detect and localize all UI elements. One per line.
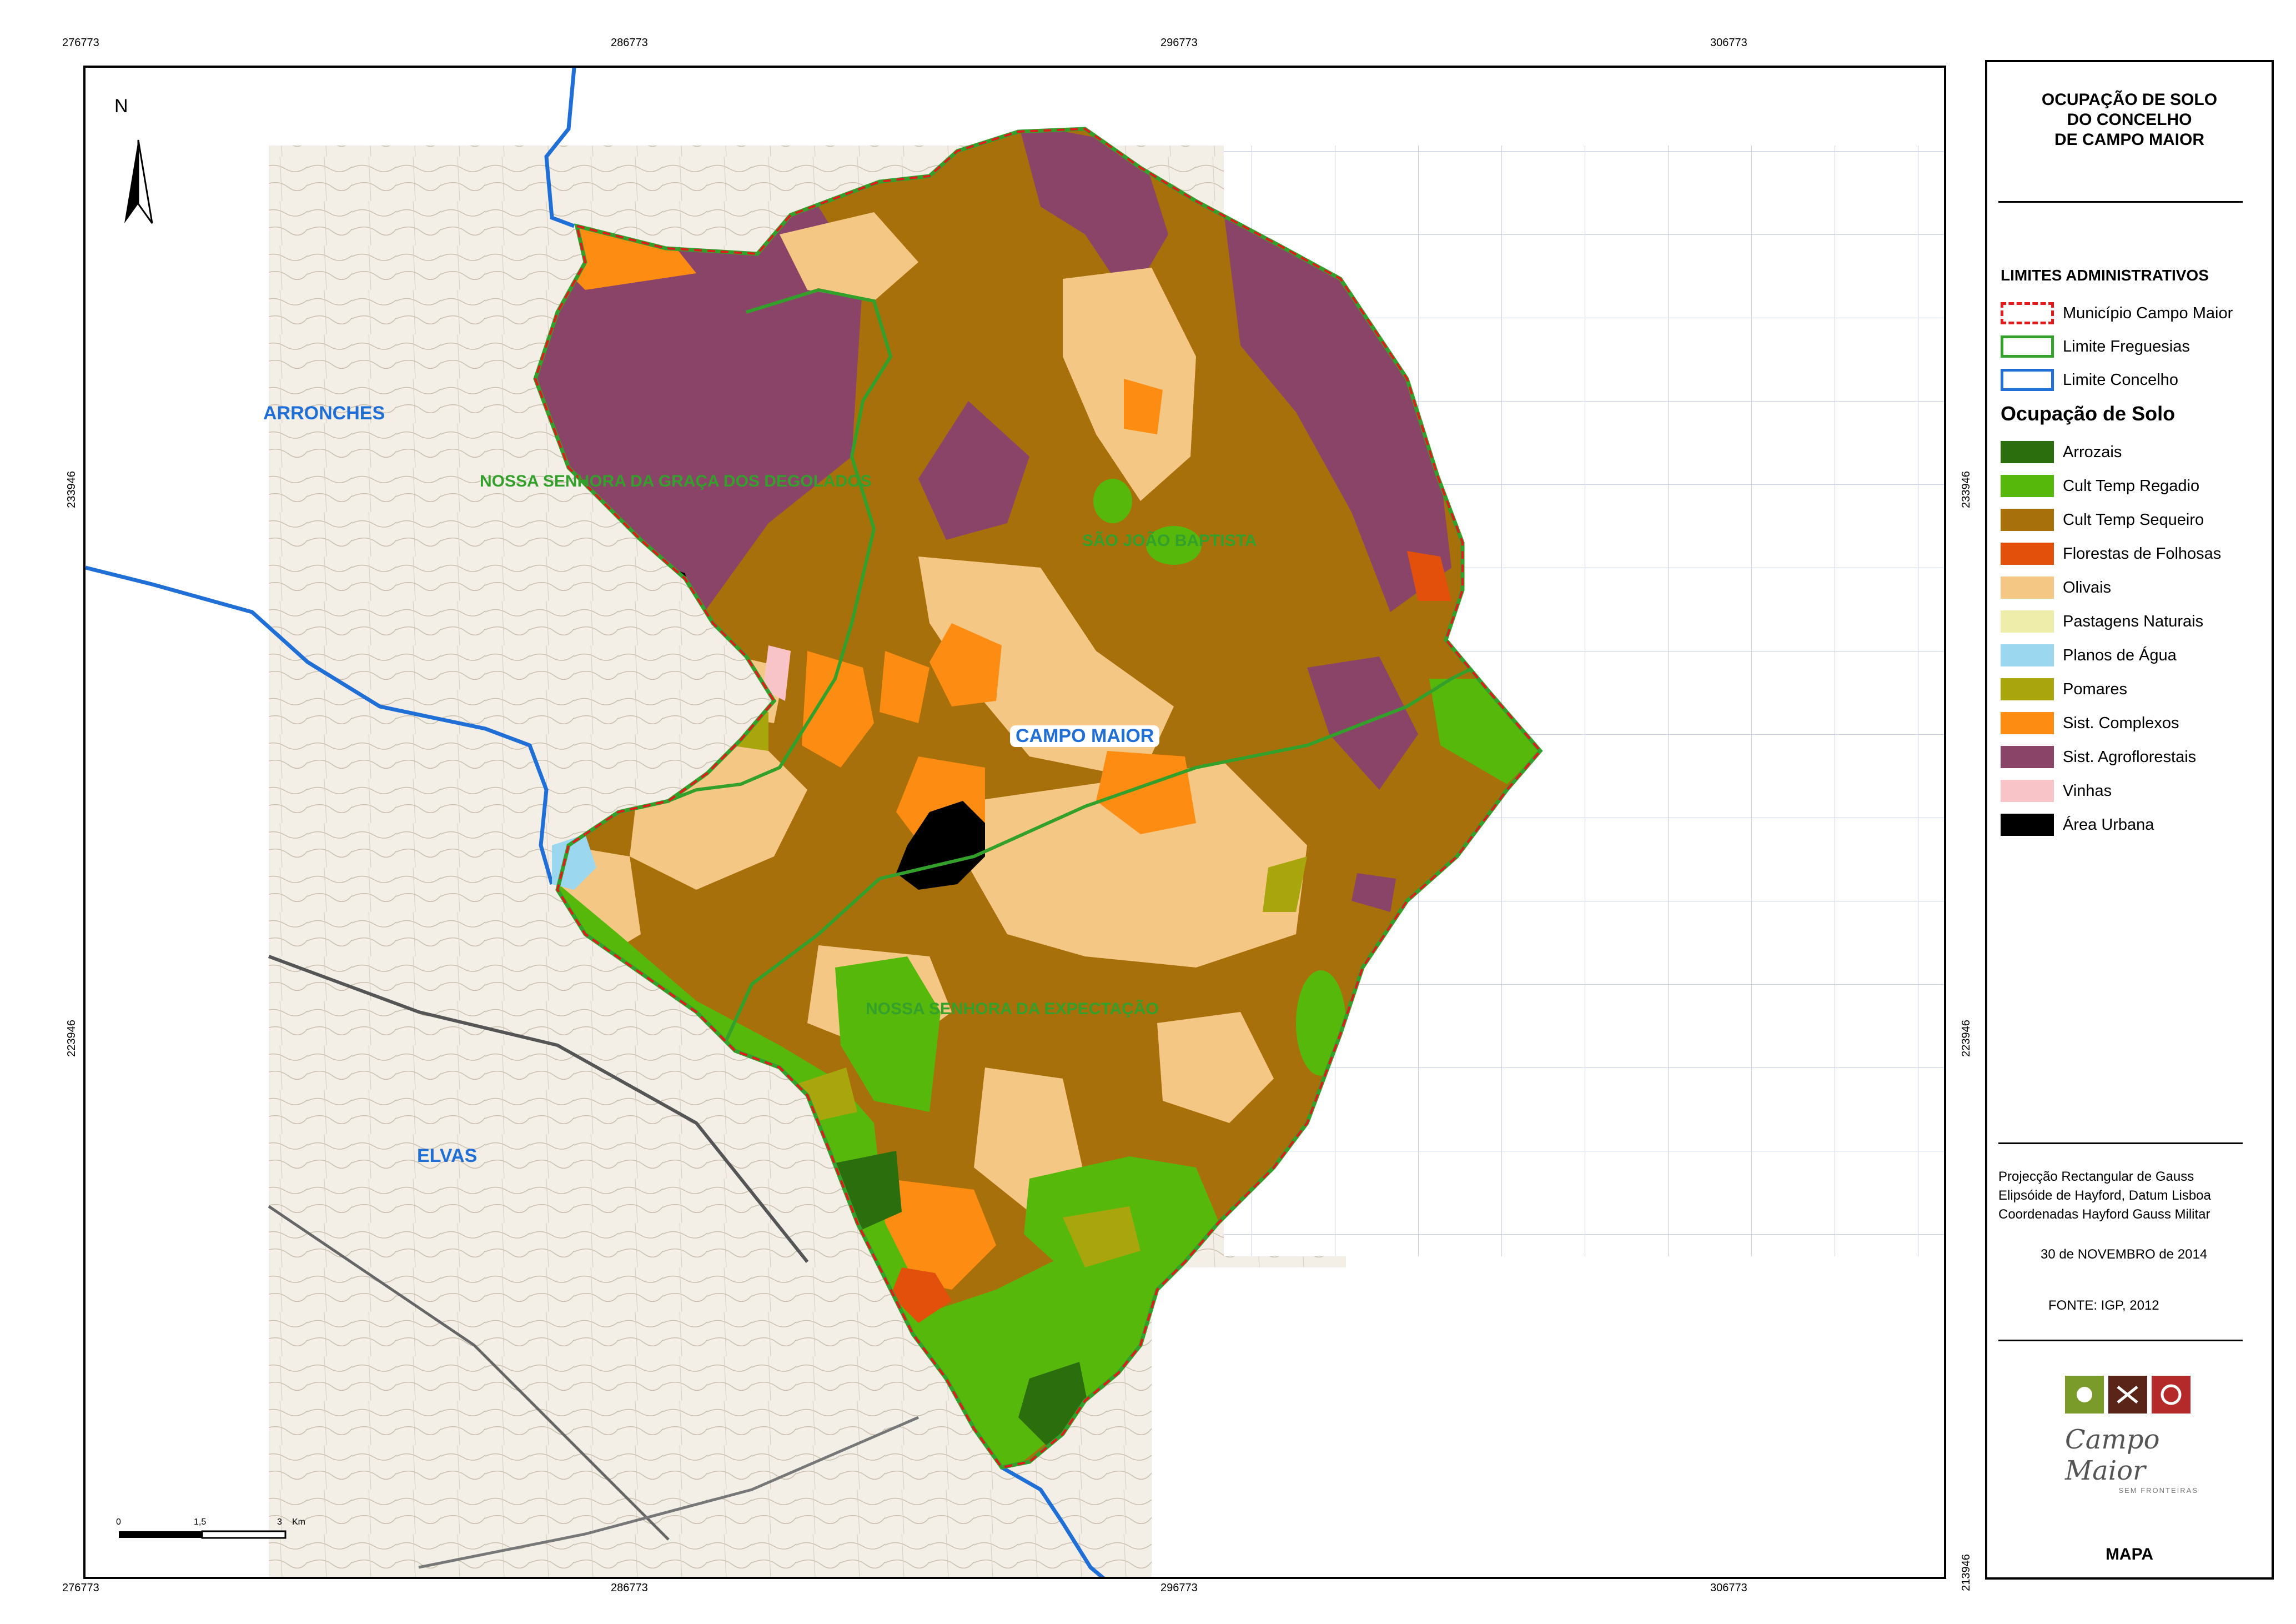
coord-top-2: 286773: [611, 37, 648, 49]
legend-label: Planos de Água: [2063, 646, 2177, 664]
place-freguesia-graca[interactable]: NOSSA SENHORA DA GRAÇA DOS DEGOLADOS: [480, 472, 872, 491]
legend-label: Vinhas: [2063, 781, 2112, 800]
legend-label: Cult Temp Sequeiro: [2063, 510, 2204, 529]
legend-footer: MAPA: [2105, 1545, 2154, 1563]
color-swatch: [2001, 509, 2054, 531]
color-swatch: [2001, 814, 2054, 836]
legend-item-land-use: Planos de Água: [2001, 643, 2177, 668]
coord-right-3: 213946: [1960, 1554, 1972, 1591]
legend-item-land-use: Sist. Complexos: [2001, 711, 2179, 735]
legend-item-land-use: Olivais: [2001, 575, 2111, 600]
projection-line-3: Coordenadas Hayford Gauss Militar: [1998, 1207, 2210, 1222]
place-arronches[interactable]: ARRONCHES: [263, 403, 385, 424]
coord-bottom-2: 286773: [611, 1582, 648, 1594]
legend-panel: OCUPAÇÃO DE SOLO DO CONCELHO DE CAMPO MA…: [1985, 60, 2274, 1580]
legend-title-2: DO CONCELHO: [2067, 111, 2192, 129]
legend-item-concelho: Limite Concelho: [2001, 368, 2178, 392]
scale-label-unit: Km: [292, 1517, 305, 1527]
color-swatch: [2001, 610, 2054, 633]
legend-item-land-use: Vinhas: [2001, 779, 2112, 803]
color-swatch: [2001, 712, 2054, 734]
color-swatch: [2001, 475, 2054, 497]
legend-title-1: OCUPAÇÃO DE SOLO: [2041, 91, 2218, 109]
coord-right-2: 223946: [1960, 1020, 1972, 1057]
coord-top-4: 306773: [1710, 37, 1747, 49]
legend-item-land-use: Área Urbana: [2001, 813, 2154, 837]
scale-bar: [119, 1530, 287, 1539]
north-label: N: [114, 96, 128, 117]
map-source: FONTE: IGP, 2012: [2048, 1298, 2159, 1313]
legend-label: Florestas de Folhosas: [2063, 544, 2222, 563]
legend-item-land-use: Pomares: [2001, 677, 2127, 701]
color-swatch: [2001, 746, 2054, 768]
legend-label: Sist. Complexos: [2063, 714, 2179, 732]
legend-item-land-use: Arrozais: [2001, 440, 2122, 464]
legend-item-land-use: Cult Temp Regadio: [2001, 474, 2199, 498]
legend-label: Sist. Agroflorestais: [2063, 748, 2197, 766]
admin-heading: LIMITES ADMINISTRATIVOS: [2001, 267, 2209, 284]
coord-bottom-3: 296773: [1160, 1582, 1198, 1594]
dashed-border-swatch: [2001, 302, 2054, 324]
color-swatch: [2001, 644, 2054, 666]
place-freguesia-expectacao[interactable]: NOSSA SENHORA DA EXPECTAÇÃO: [866, 1000, 1159, 1019]
color-swatch: [2001, 780, 2054, 802]
coord-bottom-4: 306773: [1710, 1582, 1747, 1594]
coord-left-2: 223946: [65, 1020, 78, 1057]
projection-line-1: Projecção Rectangular de Gauss: [1998, 1169, 2194, 1184]
coord-right-1: 233946: [1960, 471, 1972, 508]
divider: [1998, 1340, 2243, 1341]
legend-item-land-use: Cult Temp Sequeiro: [2001, 508, 2204, 532]
legend-item-land-use: Pastagens Naturais: [2001, 609, 2203, 634]
place-freguesia-sao-joao[interactable]: SÃO JOÃO BAPTISTA: [1082, 532, 1257, 550]
color-swatch: [2001, 678, 2054, 700]
scale-label-mid: 1,5: [194, 1517, 207, 1527]
legend-label: Área Urbana: [2063, 815, 2154, 834]
legend-label: Limite Freguesias: [2063, 337, 2190, 355]
place-elvas[interactable]: ELVAS: [417, 1145, 477, 1167]
coord-left-1: 233946: [65, 471, 78, 508]
legend-label: Pomares: [2063, 680, 2128, 698]
divider: [1998, 201, 2243, 203]
coord-top-1: 276773: [62, 37, 99, 49]
color-swatch: [2001, 543, 2054, 565]
green-border-swatch: [2001, 335, 2054, 358]
map-date: 30 de NOVEMBRO de 2014: [2041, 1247, 2208, 1262]
logo-text: Campo Maior: [2065, 1424, 2160, 1486]
campo-maior-logo: Campo Maior SEM FRONTEIRAS: [2065, 1376, 2198, 1495]
map-canvas[interactable]: [86, 68, 1946, 1579]
color-swatch: [2001, 577, 2054, 599]
scale-label-end: 3: [277, 1517, 282, 1527]
logo-subtext: SEM FRONTEIRAS: [2118, 1486, 2198, 1495]
projection-line-2: Elipsóide de Hayford, Datum Lisboa: [1998, 1188, 2211, 1203]
legend-label: Município Campo Maior: [2063, 304, 2233, 322]
legend-item-land-use: Sist. Agroflorestais: [2001, 745, 2196, 769]
land-heading: Ocupação de Solo: [2001, 402, 2176, 425]
blue-border-swatch: [2001, 369, 2054, 391]
legend-label: Pastagens Naturais: [2063, 612, 2204, 630]
scale-label-0: 0: [116, 1517, 121, 1527]
coord-bottom-1: 276773: [62, 1582, 99, 1594]
legend-label: Cult Temp Regadio: [2063, 477, 2200, 495]
legend-title-3: DE CAMPO MAIOR: [2054, 131, 2204, 149]
legend-label: Olivais: [2063, 578, 2112, 597]
place-campo-maior[interactable]: CAMPO MAIOR: [1010, 725, 1160, 747]
legend-label: Limite Concelho: [2063, 370, 2178, 389]
divider: [1998, 1142, 2243, 1144]
legend-item-municipio: Município Campo Maior: [2001, 301, 2233, 325]
legend-item-freguesias: Limite Freguesias: [2001, 334, 2190, 359]
coord-top-3: 296773: [1160, 37, 1198, 49]
color-swatch: [2001, 441, 2054, 463]
legend-item-land-use: Florestas de Folhosas: [2001, 542, 2221, 566]
legend-label: Arrozais: [2063, 443, 2122, 461]
map-frame[interactable]: N ARRONCHES ELVAS CAMPO MAIOR NOSSA SENH…: [83, 66, 1946, 1579]
